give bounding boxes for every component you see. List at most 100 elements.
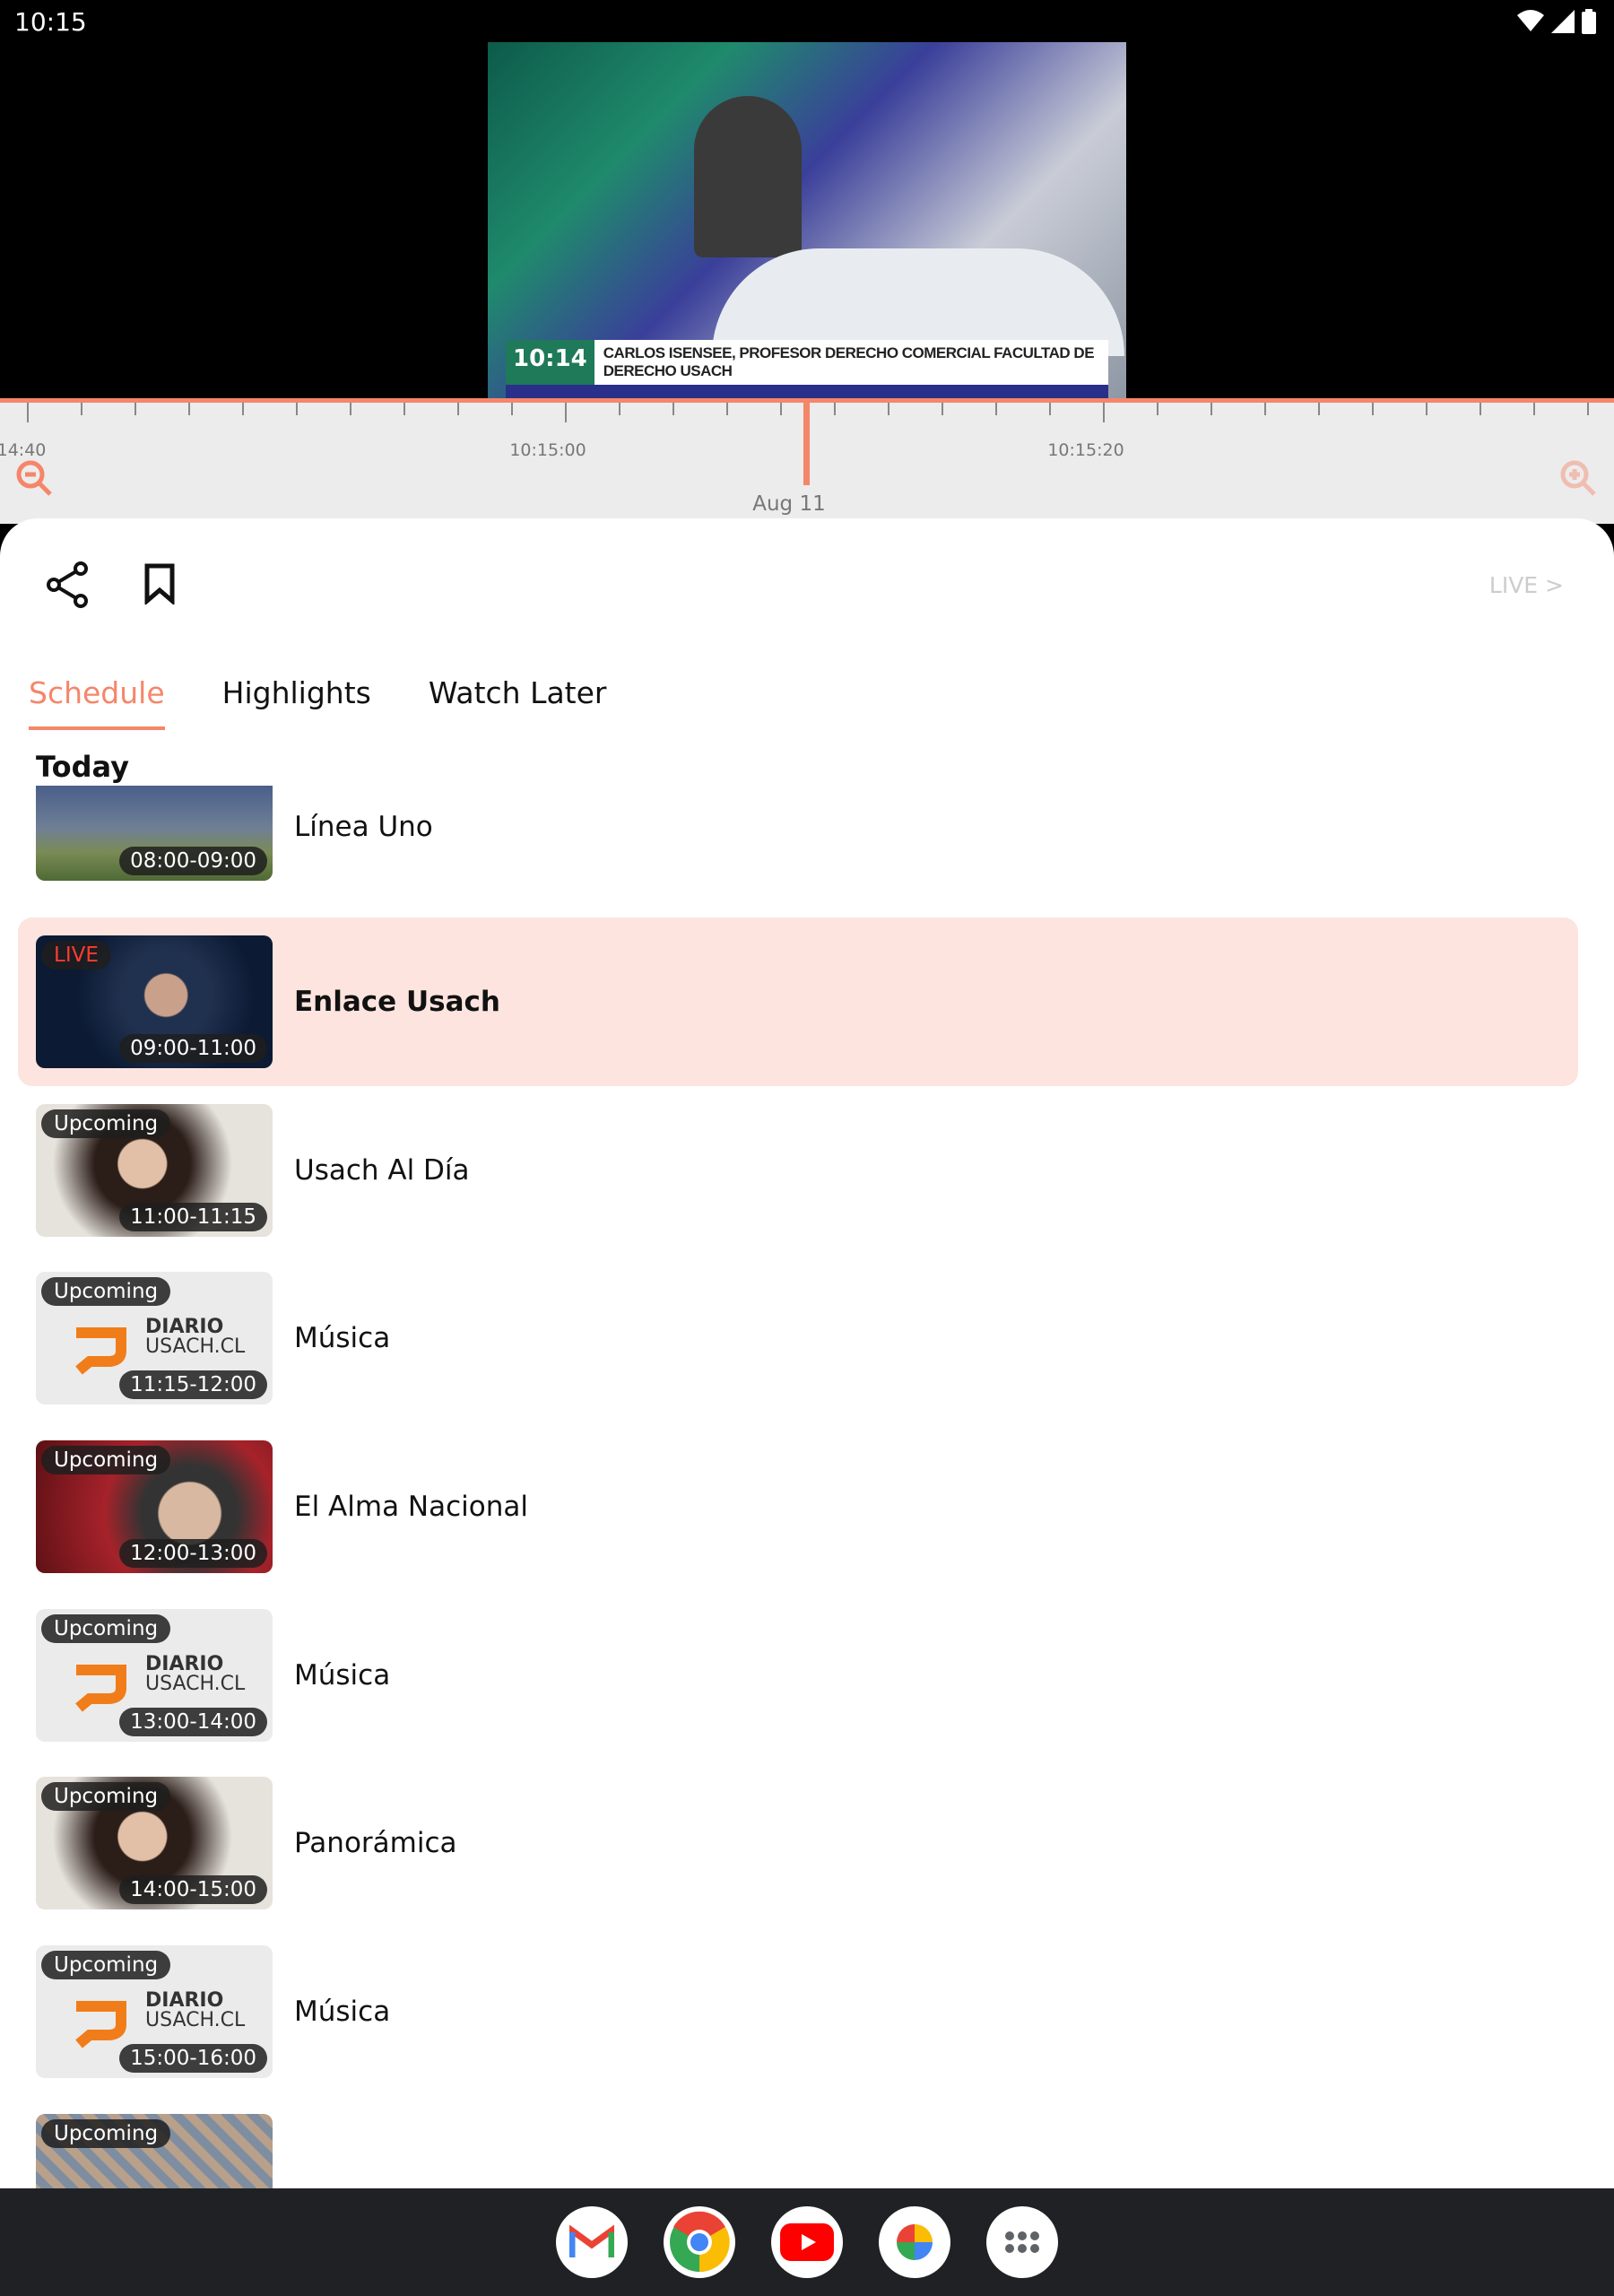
program-thumbnail: 08:00-09:00 xyxy=(36,786,273,881)
schedule-item[interactable]: DIARIO USACH.CL Upcoming 15:00-16:00 Música xyxy=(18,1927,1578,2096)
playhead-marker[interactable] xyxy=(803,403,810,485)
program-title: Música xyxy=(294,1659,391,1692)
program-thumbnail: Upcoming 11:00-11:15 xyxy=(36,1104,273,1237)
status-bar: 10:15 xyxy=(0,0,1614,43)
timeline-tick xyxy=(1587,403,1589,415)
tab-bar: Schedule Highlights Watch Later xyxy=(29,675,607,730)
app-drawer-icon[interactable] xyxy=(986,2206,1058,2278)
video-lower-third: 10:14 CARLOS ISENSEE, PROFESOR DERECHO C… xyxy=(506,340,1108,385)
timeline-tick xyxy=(81,403,82,415)
program-thumbnail: Upcoming 12:00-13:00 xyxy=(36,1440,273,1573)
timeline-tick xyxy=(1480,403,1481,415)
svg-text:USACH.CL: USACH.CL xyxy=(145,2009,246,2031)
time-badge: 09:00-11:00 xyxy=(119,1034,267,1063)
youtube-icon[interactable] xyxy=(771,2206,843,2278)
tab-highlights[interactable]: Highlights xyxy=(222,675,371,730)
timeline-tick xyxy=(27,403,29,422)
timeline-tick xyxy=(188,403,190,415)
gmail-icon[interactable] xyxy=(556,2206,628,2278)
status-badge: LIVE xyxy=(41,941,111,970)
timeline-tick xyxy=(1103,403,1105,422)
program-title: Usach Al Día xyxy=(294,1154,470,1187)
status-time: 10:15 xyxy=(14,7,87,37)
zoom-in-icon[interactable] xyxy=(1557,457,1600,500)
time-badge: 13:00-14:00 xyxy=(119,1708,267,1736)
program-thumbnail: LIVE 09:00-11:00 xyxy=(36,935,273,1068)
svg-text:USACH.CL: USACH.CL xyxy=(145,1335,246,1358)
timeline-tick xyxy=(565,403,567,422)
timeline-tick xyxy=(619,403,620,415)
time-badge: 12:00-13:00 xyxy=(119,1539,267,1568)
timeline-tick xyxy=(1210,403,1212,415)
go-live-link[interactable]: LIVE > xyxy=(1489,572,1564,598)
time-badge: 14:00-15:00 xyxy=(119,1875,267,1904)
program-title: El Alma Nacional xyxy=(294,1491,528,1523)
timeline-tick xyxy=(726,403,728,415)
timeline-tick xyxy=(1533,403,1535,415)
program-thumbnail: Upcoming 14:00-15:00 xyxy=(36,1777,273,1909)
timeline-tick xyxy=(404,403,405,415)
video-player[interactable]: 10:14 CARLOS ISENSEE, PROFESOR DERECHO C… xyxy=(488,42,1126,400)
timeline-tick xyxy=(672,403,674,415)
share-icon[interactable] xyxy=(45,561,90,608)
schedule-item[interactable]: DIARIO USACH.CL Upcoming 13:00-14:00 Música xyxy=(18,1591,1578,1760)
status-badge: Upcoming xyxy=(41,1109,171,1138)
time-badge: 15:00-16:00 xyxy=(119,2044,267,2073)
bookmark-icon[interactable] xyxy=(143,563,176,604)
program-thumbnail: DIARIO USACH.CL Upcoming 11:15-12:00 xyxy=(36,1272,273,1405)
status-badge: Upcoming xyxy=(41,1951,171,1979)
program-thumbnail: DIARIO USACH.CL Upcoming 13:00-14:00 xyxy=(36,1609,273,1742)
tab-watch-later[interactable]: Watch Later xyxy=(429,675,607,730)
timeline-tick xyxy=(350,403,351,415)
timeline-label: 10:15:00 xyxy=(509,440,586,460)
status-badge: Upcoming xyxy=(41,1614,171,1643)
status-badge: Upcoming xyxy=(41,1446,171,1474)
timeline-tick xyxy=(1426,403,1427,415)
timeline-date: Aug 11 xyxy=(752,492,826,516)
schedule-item[interactable]: LIVE 09:00-11:00 Enlace Usach xyxy=(18,918,1578,1086)
time-badge: 11:15-12:00 xyxy=(119,1370,267,1399)
program-thumbnail: Upcoming xyxy=(36,2114,273,2188)
timeline-tick xyxy=(242,403,244,415)
timeline-tick xyxy=(1264,403,1266,415)
timeline-scrubber[interactable]: 14:40 10:15:00 10:15:20 Aug 11 xyxy=(0,398,1614,524)
schedule-item[interactable]: Upcoming 12:00-13:00 El Alma Nacional xyxy=(18,1422,1578,1591)
timeline-tick xyxy=(941,403,943,415)
timeline-tick xyxy=(834,403,836,415)
timeline-tick xyxy=(1318,403,1320,415)
schedule-item[interactable]: Upcoming 14:00-15:00 Panorámica xyxy=(18,1759,1578,1927)
time-badge: 11:00-11:15 xyxy=(119,1203,267,1231)
timeline-tick xyxy=(995,403,997,415)
schedule-item[interactable]: Upcoming xyxy=(18,2096,1578,2188)
video-person xyxy=(694,96,802,257)
timeline-tick xyxy=(780,403,782,415)
timeline-tick xyxy=(1157,403,1158,415)
timeline-tick xyxy=(457,403,459,415)
svg-text:USACH.CL: USACH.CL xyxy=(145,1673,246,1695)
timeline-tick xyxy=(296,403,298,415)
chrome-icon[interactable] xyxy=(664,2206,735,2278)
timeline-tick xyxy=(511,403,513,415)
timeline-tick xyxy=(888,403,889,415)
tab-schedule[interactable]: Schedule xyxy=(29,675,165,730)
section-heading: Today xyxy=(36,750,129,784)
wifi-icon xyxy=(1517,10,1544,31)
schedule-item[interactable]: DIARIO USACH.CL Upcoming 11:15-12:00 Música xyxy=(18,1254,1578,1422)
status-badge: Upcoming xyxy=(41,2119,171,2148)
taskbar xyxy=(0,2188,1614,2296)
timeline-tick xyxy=(1049,403,1051,415)
timeline-label: 10:15:20 xyxy=(1047,440,1124,460)
program-title: Línea Uno xyxy=(294,811,433,843)
time-badge: 08:00-09:00 xyxy=(119,847,267,875)
schedule-item[interactable]: 08:00-09:00 Línea Uno xyxy=(18,786,1578,902)
zoom-out-icon[interactable] xyxy=(13,457,56,500)
status-badge: Upcoming xyxy=(41,1782,171,1811)
video-caption: CARLOS ISENSEE, PROFESOR DERECHO COMERCI… xyxy=(603,344,1095,379)
timeline-tick xyxy=(134,403,136,415)
bottom-sheet: LIVE > Schedule Highlights Watch Later T… xyxy=(0,518,1614,2188)
program-title: Música xyxy=(294,1322,391,1354)
schedule-item[interactable]: Upcoming 11:00-11:15 Usach Al Día xyxy=(18,1086,1578,1255)
photos-icon[interactable] xyxy=(879,2206,950,2278)
video-clock: 10:14 xyxy=(506,340,594,385)
timeline-tick xyxy=(1372,403,1374,415)
